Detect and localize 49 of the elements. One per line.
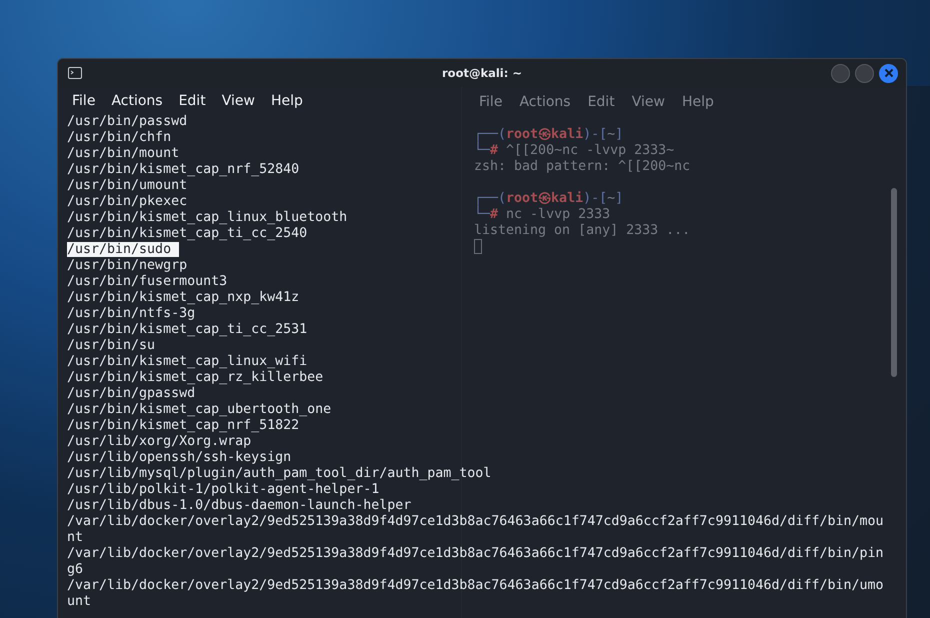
minimize-button[interactable] [831, 64, 850, 82]
terminal-line: /usr/bin/kismet_cap_nrf_52840 [67, 162, 300, 177]
terminal-line: └─# ^[[200~nc -lvvp 2333~ [474, 143, 674, 159]
terminal-line: ┌──(root㉿kali)-[~] [474, 127, 624, 142]
close-button[interactable] [879, 64, 898, 82]
terminal-line: /usr/bin/kismet_cap_linux_bluetooth [67, 210, 348, 225]
terminal-line: zsh: bad pattern: ^[[200~nc [474, 159, 690, 175]
terminal-line: /usr/bin/chfn [67, 130, 172, 145]
terminal-line: unt [67, 594, 92, 609]
menu-item[interactable]: Help [262, 90, 311, 112]
terminal-line: /usr/bin/umount [67, 178, 188, 193]
terminal-line: /usr/bin/su [67, 338, 156, 353]
close-icon [884, 68, 894, 78]
terminal-line: /usr/bin/newgrp [67, 258, 188, 273]
terminal-line: g6 [67, 562, 84, 577]
terminal-line: /usr/bin/kismet_cap_ubertooth_one [67, 402, 332, 417]
menu-item[interactable]: Edit [170, 90, 214, 112]
terminal-line: listening on [any] 2333 ... [474, 223, 690, 239]
terminal-icon [68, 67, 82, 79]
terminal-line: /usr/bin/passwd [67, 114, 188, 129]
terminal-line: /usr/bin/kismet_cap_linux_wifi [67, 354, 308, 369]
terminal-line: /var/lib/docker/overlay2/9ed525139a38d9f4d97ce1d3b8ac76463a66c1f747cd9a6ccf2aff7c9911046d/diff/bin/umo [67, 578, 884, 593]
menu-item[interactable]: View [214, 90, 263, 112]
terminal-line: /var/lib/docker/overlay2/9ed525139a38d9f4d97ce1d3b8ac76463a66c1f747cd9a6ccf2aff7c9911046d/diff/bin/mou [67, 514, 884, 529]
terminal-line: /usr/bin/kismet_cap_nrf_51822 [67, 418, 300, 433]
terminal-line: /usr/lib/mysql/plugin/auth_pam_tool_dir/auth_pam_tool [67, 466, 492, 481]
terminal-line: /usr/bin/ntfs-3g [67, 306, 196, 321]
terminal-line: └─# nc -lvvp 2333 [474, 207, 610, 223]
terminal-line: /usr/bin/kismet_cap_nxp_kw41z [67, 290, 300, 305]
menu-item[interactable]: Actions [103, 90, 171, 112]
scrollbar-thumb[interactable] [891, 188, 897, 377]
terminal-line: /usr/lib/dbus-1.0/dbus-daemon-launch-helper [67, 498, 412, 513]
maximize-button[interactable] [855, 64, 874, 82]
window-title: root@kali: ~ [442, 66, 522, 80]
terminal-line: /var/lib/docker/overlay2/9ed525139a38d9f4d97ce1d3b8ac76463a66c1f747cd9a6ccf2aff7c9911046d/diff/bin/pin [67, 546, 884, 561]
terminal-line: /usr/bin/kismet_cap_ti_cc_2540 [67, 226, 308, 241]
terminal-line: /usr/bin/gpasswd [67, 386, 196, 401]
terminal-line: /usr/bin/mount [67, 146, 180, 161]
terminal-line: /usr/lib/polkit-1/polkit-agent-helper-1 [67, 482, 380, 497]
terminal-line: /usr/bin/kismet_cap_ti_cc_2531 [67, 322, 308, 337]
terminal-line: /usr/lib/openssh/ssh-keysign [67, 450, 292, 465]
terminal-line: /usr/bin/fusermount3 [67, 274, 228, 289]
terminal-line: /usr/bin/pkexec [67, 194, 188, 209]
terminal-line: nt [67, 530, 84, 545]
cursor-icon [474, 239, 482, 254]
terminal-line: /usr/lib/xorg/Xorg.wrap [67, 434, 252, 449]
menu-item[interactable]: File [64, 90, 104, 112]
terminal-line: ┌──(root㉿kali)-[~] [474, 191, 624, 206]
terminal-line: /usr/bin/kismet_cap_rz_killerbee [67, 370, 324, 385]
